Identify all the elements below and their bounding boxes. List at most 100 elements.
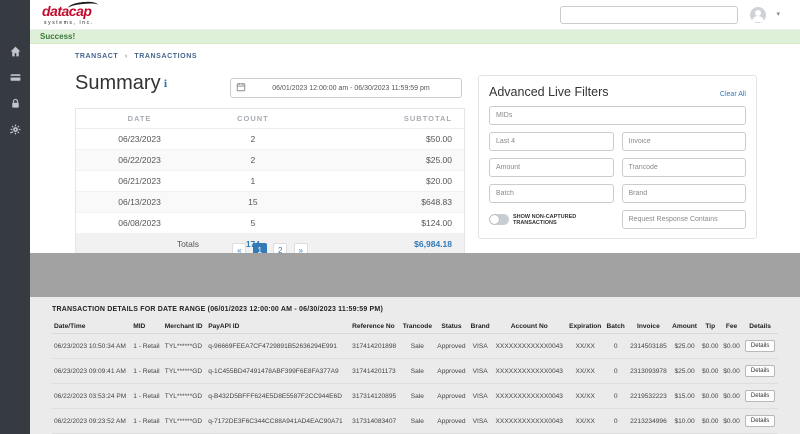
cell: $25.00 <box>669 333 700 359</box>
sidebar-item-home[interactable] <box>0 38 30 64</box>
breadcrumb-transact[interactable]: TRANSACT <box>75 53 118 60</box>
table-row: 06/22/2023 09:23:52 AM 1 - Retail TYL***… <box>52 408 778 434</box>
cell: $0.00 <box>720 333 743 359</box>
table-row: 06/08/2023 5 $124.00 <box>76 212 464 234</box>
table-row: 06/13/2023 15 $648.83 <box>76 191 464 213</box>
cell: XX/XX <box>566 408 605 434</box>
cell: 317414201898 <box>350 333 401 359</box>
cell-date: 06/22/2023 <box>76 149 204 171</box>
cell: q-96669FEEA7CF4729891B52636294E991 <box>206 333 351 359</box>
cell: 2219532223 <box>627 383 670 409</box>
table-header-row: Date/Time MID Merchant ID PayAPI ID Refe… <box>52 320 778 334</box>
column-header: Invoice <box>627 320 670 334</box>
cell: XX/XX <box>566 383 605 409</box>
cell: Details <box>742 383 778 409</box>
column-header: Merchant ID <box>162 320 207 334</box>
user-icon <box>750 10 766 23</box>
details-button[interactable]: Details <box>744 390 776 402</box>
details-button[interactable]: Details <box>744 340 776 352</box>
cell: $0.00 <box>699 358 721 384</box>
cell: Sale <box>400 358 435 384</box>
cell: TYL******GD <box>162 408 207 434</box>
date-range-picker[interactable] <box>230 78 462 98</box>
page-title: Summary ℹ <box>75 72 167 95</box>
filter-trancode-input[interactable] <box>621 158 746 177</box>
cell: Sale <box>400 383 435 409</box>
filter-batch-input[interactable] <box>489 184 614 203</box>
cell: $10.00 <box>669 408 700 434</box>
sidebar-item-settings[interactable] <box>0 116 30 142</box>
cell: 317314120895 <box>350 383 401 409</box>
search-input[interactable] <box>561 9 737 26</box>
credit-card-icon <box>9 71 22 84</box>
column-header: Batch <box>604 320 628 334</box>
cell: Sale <box>400 408 435 434</box>
cell: 0 <box>604 358 628 384</box>
cell-subtotal: $25.00 <box>302 149 464 171</box>
cell: XXXXXXXXXXXX0043 <box>492 358 567 384</box>
column-header: Reference No <box>350 320 401 334</box>
search-box <box>560 6 738 26</box>
filter-last4-input[interactable] <box>489 132 614 151</box>
cell: 317314083407 <box>350 408 401 434</box>
cell-subtotal: $648.83 <box>302 191 464 213</box>
cell: 2213234996 <box>627 408 670 434</box>
cell: 2313093978 <box>627 358 670 384</box>
date-range-input[interactable] <box>246 84 456 92</box>
non-captured-toggle[interactable] <box>489 214 509 225</box>
caret-down-icon[interactable]: ▾ <box>776 10 780 18</box>
column-header-count: COUNT <box>203 109 303 129</box>
info-icon[interactable]: ℹ <box>164 79 168 90</box>
filter-request-response-input[interactable] <box>621 210 746 229</box>
cell-subtotal: $20.00 <box>302 170 464 192</box>
cell: q-B432D5BFFF624E5D8E5587F2CC944E6D <box>206 383 351 409</box>
cell: TYL******GD <box>162 333 207 359</box>
cell: 2314503185 <box>627 333 670 359</box>
filter-invoice-input[interactable] <box>621 132 746 151</box>
column-header: Fee <box>720 320 743 334</box>
success-alert: Success! <box>30 30 800 44</box>
sidebar-item-transactions[interactable] <box>0 64 30 90</box>
table-row: 06/22/2023 2 $25.00 <box>76 149 464 171</box>
column-header: Account No <box>492 320 567 334</box>
sidebar-item-security[interactable] <box>0 90 30 116</box>
cell: XXXXXXXXXXXX0043 <box>492 408 567 434</box>
column-header: MID <box>131 320 163 334</box>
top-bar: datacap systems, inc. ▾ <box>30 0 800 30</box>
column-header: Amount <box>669 320 700 334</box>
cell: 0 <box>604 383 628 409</box>
cell: 06/22/2023 09:23:52 AM <box>52 408 132 434</box>
filter-brand-input[interactable] <box>621 184 746 203</box>
table-row: 06/22/2023 03:53:24 PM 1 - Retail TYL***… <box>52 383 778 409</box>
cell: 06/23/2023 10:50:34 AM <box>52 333 132 359</box>
filters-panel: Advanced Live Filters Clear All SHOW NON… <box>478 75 757 239</box>
column-header: Trancode <box>400 320 435 334</box>
table-row: 06/23/2023 10:50:34 AM 1 - Retail TYL***… <box>52 333 778 359</box>
alert-message: Success! <box>40 32 76 41</box>
details-button[interactable]: Details <box>744 365 776 377</box>
filters-title: Advanced Live Filters <box>489 85 609 99</box>
cell: VISA <box>468 333 493 359</box>
cell: 06/22/2023 03:53:24 PM <box>52 383 132 409</box>
app-root: datacap systems, inc. ▾ Success! TRANSAC… <box>0 0 800 434</box>
cell: Approved <box>434 383 469 409</box>
cell: $15.00 <box>669 383 700 409</box>
table-row: 06/21/2023 1 $20.00 <box>76 170 464 192</box>
cell-count: 15 <box>203 191 303 213</box>
cell: 1 - Retail <box>131 358 163 384</box>
cell: $0.00 <box>699 333 721 359</box>
toggle-knob <box>490 215 499 224</box>
cell: 06/23/2023 09:09:41 AM <box>52 358 132 384</box>
filter-mids-input[interactable] <box>489 106 746 125</box>
cell-count: 2 <box>203 149 303 171</box>
column-header: Date/Time <box>52 320 132 334</box>
cell: Details <box>742 408 778 434</box>
cell: XX/XX <box>566 358 605 384</box>
cell-date: 06/21/2023 <box>76 170 204 192</box>
avatar[interactable] <box>750 7 766 23</box>
table-row: 06/23/2023 09:09:41 AM 1 - Retail TYL***… <box>52 358 778 384</box>
filter-amount-input[interactable] <box>489 158 614 177</box>
details-button[interactable]: Details <box>744 415 776 427</box>
clear-all-link[interactable]: Clear All <box>720 91 746 98</box>
breadcrumb-transactions[interactable]: TRANSACTIONS <box>134 53 197 60</box>
